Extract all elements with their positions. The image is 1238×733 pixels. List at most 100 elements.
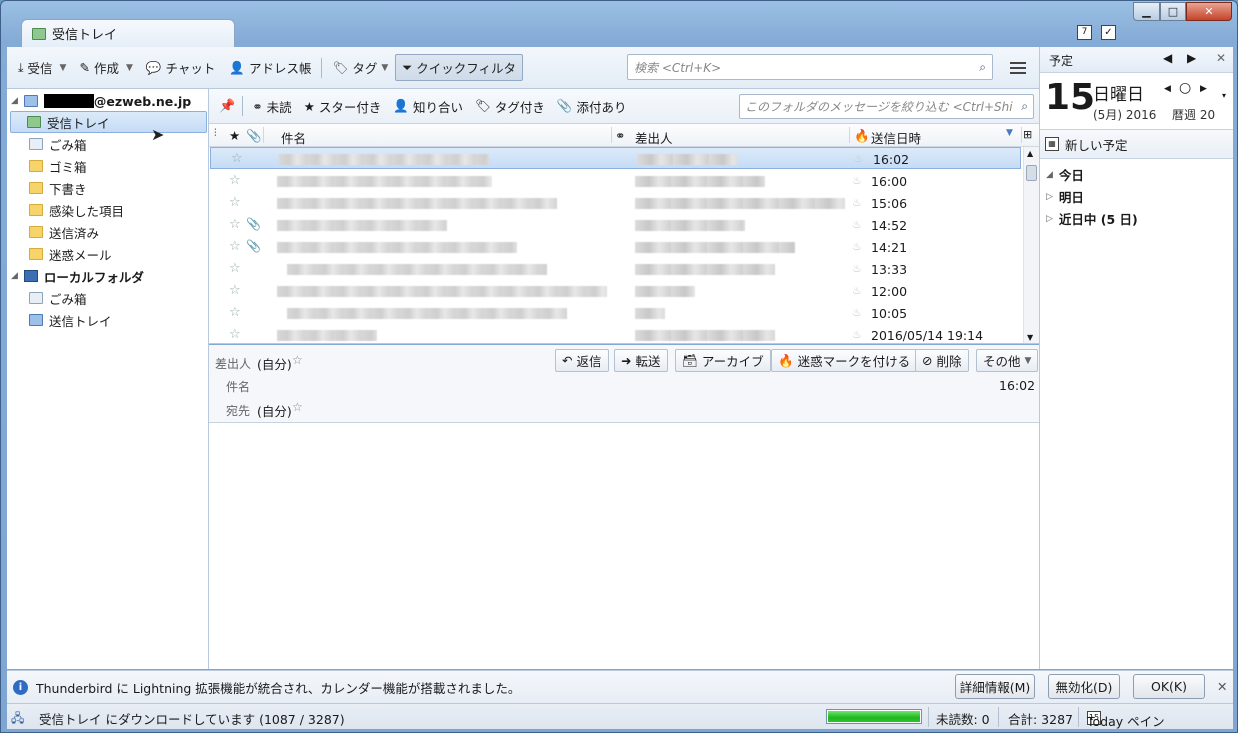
star-icon[interactable]: ☆ [229,305,241,320]
junk-column-icon[interactable]: 🔥 [854,128,870,144]
folder-filter-input[interactable]: このフォルダのメッセージを絞り込む <Ctrl+Shift+K> ⌕ [739,94,1034,119]
star-icon[interactable]: ☆ [229,283,241,298]
column-picker-icon[interactable]: ⊞ [1023,128,1032,141]
tab-inbox[interactable]: 受信トレイ [21,19,235,47]
forward-button[interactable]: ➜ 転送 [614,349,668,372]
tasks-tab-icon[interactable]: ✓ [1101,25,1116,40]
table-row[interactable]: ☆ ♨ 16:02 [210,147,1021,169]
star-icon[interactable]: ☆ [229,239,241,254]
star-icon[interactable]: ☆ [231,151,243,166]
collapse-icon[interactable]: ◢ [11,96,18,106]
junk-status-icon[interactable]: ♨ [852,328,862,341]
star-icon[interactable]: ☆ [292,400,303,414]
junk-status-icon[interactable]: ♨ [852,196,862,209]
from-value[interactable]: (自分) [257,354,292,373]
table-row[interactable]: ☆ 📎 ♨ 14:21 [209,236,1022,258]
date-column-header[interactable]: 送信日時 [871,128,921,147]
agenda-group-tomorrow[interactable]: ▷ 明日 [1046,187,1084,206]
star-column-icon[interactable]: ★ [229,128,240,143]
junk-status-icon[interactable]: ♨ [852,262,862,275]
folder-item-junk[interactable]: 迷惑メール [7,243,112,265]
junk-status-icon[interactable]: ♨ [852,284,862,297]
junk-status-icon[interactable]: ♨ [852,174,862,187]
ok-button[interactable]: OK(K) [1133,674,1205,699]
table-row[interactable]: ☆ ♨ 15:06 [209,192,1022,214]
table-row[interactable]: ☆ ♨ 10:05 [209,302,1022,324]
folder-item-trash[interactable]: ごみ箱 [7,133,87,155]
chevron-down-icon[interactable]: ▾ [1222,91,1226,100]
minimize-button[interactable]: ▁ [1133,2,1160,21]
folder-item-gomi[interactable]: ゴミ箱 [7,155,87,177]
star-icon[interactable]: ☆ [229,261,241,276]
maximize-button[interactable]: □ [1160,2,1186,21]
app-menu-button[interactable] [1005,57,1031,79]
junk-status-icon[interactable]: ♨ [852,218,862,231]
thread-column-icon[interactable]: ⫶ [214,128,217,139]
folder-item-drafts[interactable]: 下書き [7,177,87,199]
scroll-up-icon[interactable]: ▲ [1027,149,1033,158]
archive-button[interactable]: 🗃 アーカイブ [675,349,771,372]
other-actions-button[interactable]: その他 ▼ [976,349,1039,372]
filter-starred-button[interactable]: ★ スター付き [298,97,388,116]
quick-filter-button[interactable]: ⏷ クイックフィルタ [395,54,524,81]
delete-button[interactable]: ⊘ 削除 [915,349,969,372]
calendar-tab-icon[interactable]: 7 [1077,25,1092,40]
star-icon[interactable]: ☆ [292,353,303,367]
write-dropdown-icon[interactable]: ▼ [126,63,133,73]
day-next-icon[interactable]: ▶ [1200,84,1207,94]
star-icon[interactable]: ☆ [229,217,241,232]
search-input[interactable]: 検索 <Ctrl+K> ⌕ [627,54,993,80]
account-row[interactable]: ◢ @ezweb.ne.jp [11,90,191,112]
read-column-icon[interactable]: ⚭ [615,128,625,143]
sender-column-header[interactable]: 差出人 [635,128,673,147]
pin-icon[interactable]: 📌 [215,99,239,114]
address-book-button[interactable]: 👤 アドレス帳 [222,54,318,81]
filter-attachment-button[interactable]: 📎 添付あり [551,97,633,116]
to-value[interactable]: (自分) [257,401,292,420]
close-button[interactable]: ✕ [1186,2,1232,21]
prev-arrow-icon[interactable]: ◀ [1163,51,1172,65]
folder-item-sent[interactable]: 送信済み [7,221,99,243]
chat-button[interactable]: 💬 チャット [139,54,222,81]
filter-contacts-button[interactable]: 👤 知り合い [387,97,469,116]
tag-button[interactable]: 🏷 タグ ▼ [325,54,395,81]
new-event-button[interactable]: ▦ 新しい予定 [1040,129,1233,159]
day-prev-icon[interactable]: ◀ [1164,84,1171,94]
get-mail-dropdown-icon[interactable]: ▼ [60,63,67,73]
junk-status-icon[interactable]: ♨ [852,306,862,319]
reply-button[interactable]: ↶ 返信 [555,349,609,372]
collapse-icon[interactable]: ◢ [11,271,18,281]
junk-button[interactable]: 🔥 迷惑マークを付ける [771,349,918,372]
folder-item-outbox[interactable]: 送信トレイ [7,309,112,331]
star-icon[interactable]: ☆ [229,327,241,342]
folder-item-infected[interactable]: 感染した項目 [7,199,124,221]
filter-tagged-button[interactable]: 🏷 タグ付き [469,97,551,116]
folder-item-local-trash[interactable]: ごみ箱 [7,287,87,309]
get-mail-button[interactable]: ⤓ 受信 [11,54,60,81]
network-status-icon[interactable]: 🖧 [11,709,24,730]
attachment-column-icon[interactable]: 📎 [246,128,262,144]
disable-button[interactable]: 無効化(D) [1048,674,1120,699]
message-list-scrollbar[interactable]: ▲ ▼ [1023,147,1039,343]
filter-unread-button[interactable]: ⚭ 未読 [246,97,298,116]
today-circle-icon[interactable]: ○ [1179,80,1191,96]
write-button[interactable]: ✎ 作成 [72,54,126,81]
star-icon[interactable]: ☆ [229,195,241,210]
folder-item-inbox[interactable]: 受信トレイ [10,111,207,133]
scroll-down-icon[interactable]: ▼ [1027,333,1033,342]
table-row[interactable]: ☆ ♨ 12:00 [209,280,1022,302]
agenda-group-today[interactable]: ◢ 今日 [1046,165,1084,184]
details-button[interactable]: 詳細情報(M) [955,674,1035,699]
next-arrow-icon[interactable]: ▶ [1187,51,1196,65]
table-row[interactable]: ☆ ♨ 13:33 [209,258,1022,280]
junk-status-icon[interactable]: ♨ [852,240,862,253]
star-icon[interactable]: ☆ [229,173,241,188]
close-icon[interactable]: ✕ [1216,51,1226,65]
junk-status-icon[interactable]: ♨ [854,152,864,165]
scrollbar-thumb[interactable] [1026,165,1037,181]
table-row[interactable]: ☆ ♨ 16:00 [209,170,1022,192]
table-row[interactable]: ☆ 📎 ♨ 14:52 [209,214,1022,236]
table-row[interactable]: ☆ ♨ 2016/05/14 19:14 [209,324,1022,343]
agenda-group-soon[interactable]: ▷ 近日中 (5 日) [1046,209,1138,228]
local-folders-row[interactable]: ◢ ローカルフォルダ [11,265,144,287]
